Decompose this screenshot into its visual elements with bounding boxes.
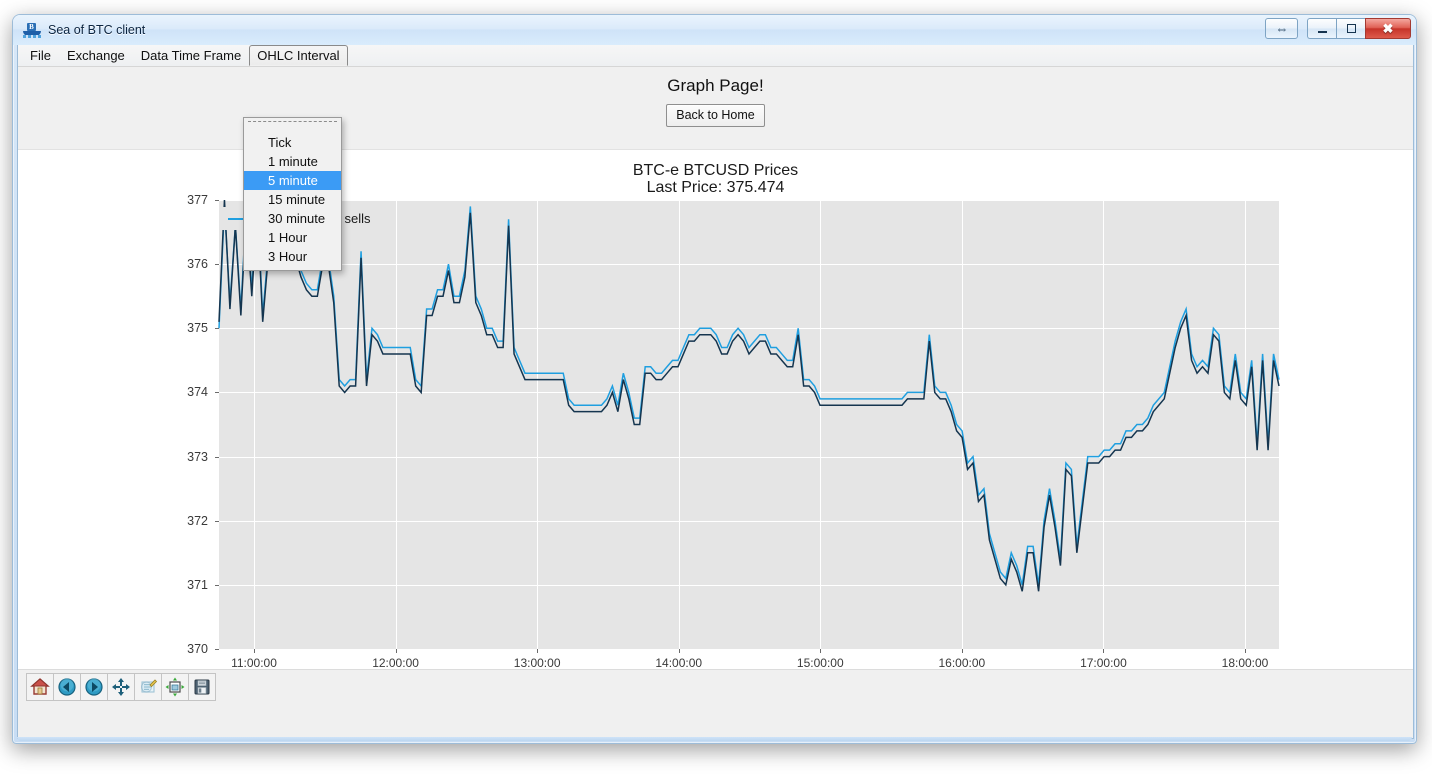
- x-axis-tick-label: 12:00:00: [372, 656, 419, 670]
- x-axis-tick-mark: [962, 649, 963, 653]
- zoom-rect-icon: [138, 677, 158, 697]
- y-axis-tick-mark: [215, 328, 219, 329]
- x-axis-tick-mark: [537, 649, 538, 653]
- resize-button[interactable]: ⇔: [1265, 18, 1298, 39]
- home-button[interactable]: [26, 673, 54, 701]
- menu-bar: File Exchange Data Time Frame OHLC Inter…: [18, 45, 1413, 67]
- forward-button[interactable]: [80, 673, 108, 701]
- application-window: B Sea of BTC client ⇔ ✖: [12, 14, 1417, 744]
- y-axis-tick-mark: [215, 649, 219, 650]
- x-axis-tick-label: 14:00:00: [655, 656, 702, 670]
- menu-file[interactable]: File: [22, 45, 59, 66]
- window-controls: ⇔ ✖: [1265, 18, 1411, 39]
- window-bottom-edge: [17, 737, 1412, 741]
- resize-icon: ⇔: [1276, 21, 1288, 36]
- maximize-icon: [1347, 24, 1356, 33]
- configure-subplots-icon: [165, 677, 185, 697]
- plot-wrapper: 37037137237337437537637711:00:0012:00:00…: [219, 200, 1279, 649]
- series-line-buys: [219, 200, 1279, 585]
- series-layer: [219, 200, 1279, 649]
- minimize-icon: [1318, 31, 1327, 33]
- forward-arrow-icon: [84, 677, 104, 697]
- x-axis-tick-mark: [1245, 649, 1246, 653]
- chart-title-block: BTC-e BTCUSD Prices Last Price: 375.474: [18, 162, 1413, 197]
- dropdown-item-15-minute[interactable]: 15 minute: [244, 190, 341, 209]
- close-icon: ✖: [1383, 21, 1394, 37]
- ship-icon: B: [23, 22, 41, 38]
- y-axis-tick-mark: [215, 392, 219, 393]
- home-icon: [30, 677, 50, 697]
- window-client-area: File Exchange Data Time Frame OHLC Inter…: [17, 45, 1414, 739]
- dropdown-item-5-minute[interactable]: 5 minute: [244, 171, 341, 190]
- menu-data-time-frame[interactable]: Data Time Frame: [133, 45, 249, 66]
- y-axis-tick-label: 376: [148, 257, 208, 271]
- minimize-button[interactable]: [1307, 18, 1336, 39]
- y-axis-tick-label: 373: [148, 450, 208, 464]
- back-arrow-icon: [57, 677, 77, 697]
- x-axis-tick-label: 15:00:00: [797, 656, 844, 670]
- zoom-button[interactable]: [134, 673, 162, 701]
- maximize-button[interactable]: [1336, 18, 1365, 39]
- y-axis-tick-mark: [215, 264, 219, 265]
- y-axis-tick-mark: [215, 200, 219, 201]
- configure-subplots-button[interactable]: [161, 673, 189, 701]
- x-axis-tick-label: 16:00:00: [938, 656, 985, 670]
- x-axis-tick-label: 13:00:00: [514, 656, 561, 670]
- x-axis-tick-label: 11:00:00: [231, 656, 277, 670]
- matplotlib-nav-toolbar: [18, 669, 1413, 704]
- y-axis-tick-label: 371: [148, 578, 208, 592]
- legend-label-sells: sells: [344, 211, 370, 226]
- dropdown-item-3-hour[interactable]: 3 Hour: [244, 247, 341, 266]
- pan-button[interactable]: [107, 673, 135, 701]
- x-axis-tick-mark: [1103, 649, 1104, 653]
- y-axis-tick-label: 375: [148, 321, 208, 335]
- dropdown-item-1-minute[interactable]: 1 minute: [244, 152, 341, 171]
- back-button[interactable]: [53, 673, 81, 701]
- matplotlib-figure: BTC-e BTCUSD Prices Last Price: 375.474 …: [18, 149, 1413, 704]
- window-title: Sea of BTC client: [48, 23, 145, 37]
- page-title: Graph Page!: [18, 67, 1413, 96]
- x-axis-tick-label: 18:00:00: [1222, 656, 1269, 670]
- series-line-sells: [219, 200, 1279, 591]
- back-to-home-button[interactable]: Back to Home: [666, 104, 765, 127]
- dropdown-item-tick[interactable]: Tick: [244, 133, 341, 152]
- window-title-bar[interactable]: B Sea of BTC client ⇔ ✖: [13, 15, 1416, 45]
- menu-exchange[interactable]: Exchange: [59, 45, 133, 66]
- y-axis-tick-mark: [215, 521, 219, 522]
- y-axis-tick-label: 372: [148, 514, 208, 528]
- x-axis-tick-label: 17:00:00: [1080, 656, 1127, 670]
- y-axis-tick-mark: [215, 585, 219, 586]
- pan-move-icon: [111, 677, 131, 697]
- x-axis-tick-mark: [820, 649, 821, 653]
- desktop-background: B Sea of BTC client ⇔ ✖: [0, 0, 1432, 774]
- y-axis-tick-label: 374: [148, 385, 208, 399]
- close-button[interactable]: ✖: [1365, 18, 1411, 39]
- dropdown-item-1-hour[interactable]: 1 Hour: [244, 228, 341, 247]
- chart-subtitle: Last Price: 375.474: [18, 179, 1413, 196]
- y-axis-tick-label: 377: [148, 193, 208, 207]
- save-floppy-icon: [192, 677, 212, 697]
- y-axis-tick-label: 370: [148, 642, 208, 656]
- menu-ohlc-interval[interactable]: OHLC Interval: [249, 45, 347, 66]
- x-axis-tick-mark: [679, 649, 680, 653]
- ohlc-interval-dropdown[interactable]: Tick 1 minute 5 minute 15 minute 30 minu…: [243, 117, 342, 271]
- save-button[interactable]: [188, 673, 216, 701]
- chart-title: BTC-e BTCUSD Prices: [633, 162, 798, 179]
- x-axis-tick-mark: [254, 649, 255, 653]
- page-header: Graph Page! Back to Home: [18, 67, 1413, 149]
- y-axis-tick-mark: [215, 457, 219, 458]
- menu-tearoff-handle[interactable]: [248, 121, 337, 130]
- x-axis-tick-mark: [396, 649, 397, 653]
- dropdown-item-30-minute[interactable]: 30 minute: [244, 209, 341, 228]
